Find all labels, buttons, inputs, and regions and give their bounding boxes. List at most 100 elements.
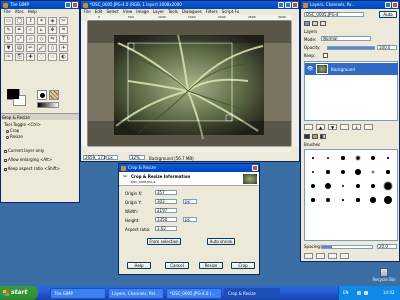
unit-select[interactable]: px [106,155,118,160]
opacity-slider[interactable] [327,46,375,50]
move-tool-icon[interactable]: ✥ [48,26,57,34]
mode-crop-radio[interactable]: Crop [6,128,19,133]
opacity-field[interactable]: 100.0 [377,45,397,50]
brush-sample[interactable] [370,155,376,161]
fuzzy-select-tool-icon[interactable]: ✶ [37,17,46,25]
raise-layer-icon[interactable]: ▲ [316,124,325,130]
fg-color-swatch-front[interactable] [7,89,19,99]
color-picker-tool-icon[interactable]: ✒ [15,26,24,34]
new-layer-icon[interactable] [304,124,313,130]
brush-sample[interactable] [325,197,331,203]
close-icon[interactable] [392,2,398,8]
brush-sample[interactable] [326,156,330,160]
cancel-button[interactable]: Cancel [165,262,189,269]
channels-tab-icon[interactable] [312,21,318,26]
brushes-tab-icon[interactable] [304,134,310,139]
brush-sample[interactable] [310,183,316,189]
brush-grid[interactable] [304,149,398,241]
menu-file[interactable]: File [4,9,11,15]
clone-tool-icon[interactable]: ⎘ [15,53,24,61]
paths-tool-icon[interactable]: ✎ [4,26,13,34]
eye-icon[interactable]: 👁 [307,66,313,72]
width-field[interactable]: 2197 [155,208,177,213]
new-brush-icon[interactable] [304,253,313,259]
brush-sample[interactable] [311,170,315,174]
tray-icon[interactable] [357,291,361,295]
close-icon[interactable] [292,2,298,8]
anchor-layer-icon[interactable]: ⚓ [352,124,361,130]
taskbar-item-gimp[interactable]: The GIMP [50,288,106,299]
duplicate-layer-icon[interactable] [340,124,349,130]
ellipse-select-tool-icon[interactable]: ◯ [15,17,24,25]
image-select[interactable]: DSC_0005.JPG-4 [304,12,364,17]
resize-button[interactable]: Resize [199,262,223,269]
close-icon[interactable] [72,2,78,8]
lower-layer-icon[interactable]: ▼ [328,124,337,130]
duplicate-brush-icon[interactable] [316,253,325,259]
aspect-field[interactable]: 1.62 [155,226,177,231]
rotate-tool-icon[interactable]: ↻ [4,35,13,43]
brush-sample[interactable] [356,198,360,202]
help-button[interactable]: Help [127,262,151,269]
brush-sample[interactable] [324,182,332,190]
airbrush-tool-icon[interactable]: ✈ [59,44,68,52]
ink-tool-icon[interactable]: ✑ [4,53,13,61]
brush-sample[interactable] [370,183,376,189]
taskbar-item-crop[interactable]: Crop & Resize [224,288,280,299]
minimize-icon[interactable] [65,2,71,8]
minimize-icon[interactable] [385,2,391,8]
brush-sample[interactable] [387,157,389,159]
taskbar-item-image[interactable]: *DSC_0005.JPG-4.0 (... [166,288,222,299]
spacing-field[interactable]: 20.0 [377,244,397,249]
convolve-tool-icon[interactable]: ◌ [37,53,46,61]
perspective-tool-icon[interactable]: ◇ [37,35,46,43]
start-button[interactable]: start [0,286,38,300]
origin-unit-select[interactable]: px [183,199,197,204]
layers-tab-icon[interactable] [304,21,310,26]
origin-x-field[interactable]: 357 [155,190,177,195]
menu-xtns[interactable]: Xtns [15,9,24,15]
brush-preview[interactable] [37,90,47,100]
layer-name[interactable]: Background [331,67,355,72]
brush-sample[interactable] [311,198,315,202]
scissors-tool-icon[interactable]: ✂ [59,17,68,25]
flip-tool-icon[interactable]: ⇋ [48,35,57,43]
brush-sample[interactable] [342,199,344,201]
brush-sample[interactable] [384,196,392,204]
eraser-tool-icon[interactable]: ▯ [48,44,57,52]
brush-sample[interactable] [341,156,345,160]
brush-sample[interactable] [312,157,314,159]
zoom-tool-icon[interactable]: ⌕ [26,26,35,34]
shear-tool-icon[interactable]: ▱ [26,35,35,43]
gradients-tab-icon[interactable] [320,134,326,139]
auto-shrink-button[interactable]: Auto shrink [207,238,235,245]
horizontal-scrollbar[interactable] [88,146,291,152]
auto-button[interactable]: Auto [379,11,397,18]
origin-y-field[interactable]: 303 [155,199,177,204]
keep-aspect-checkbox[interactable]: Keep aspect ratio <Shift> [4,166,60,171]
crop-dialog-title-bar[interactable]: Crop & Resize [119,164,259,172]
mode-resize-radio[interactable]: Resize [6,134,23,139]
heal-tool-icon[interactable]: ✚ [26,53,35,61]
refresh-brush-icon[interactable] [340,253,349,259]
scale-tool-icon[interactable]: ⤢ [15,35,24,43]
brush-sample[interactable] [326,170,330,174]
measure-tool-icon[interactable]: ⊾ [37,26,46,34]
language-indicator[interactable]: EN [343,286,349,300]
image-title-bar[interactable]: *DSC_0005.JPG-4.0 (RGB, 1 layer) 3008x20… [81,1,299,9]
minimize-icon[interactable] [278,2,284,8]
height-field[interactable]: 1350 [155,217,177,222]
bucket-fill-tool-icon[interactable]: ▼ [4,44,13,52]
delete-layer-icon[interactable] [364,124,373,130]
menu-help[interactable]: Help [28,9,37,15]
paths-tab-icon[interactable] [320,21,326,26]
color-select-tool-icon[interactable]: ◈ [48,17,57,25]
pattern-preview[interactable] [49,90,59,100]
mode-select[interactable]: Normal [321,36,371,41]
close-icon[interactable] [252,165,258,171]
keep-alpha-toggle[interactable] [323,53,328,58]
layers-title-bar[interactable]: Layers, Channels, Pa... [301,1,399,9]
from-selection-button[interactable]: From selection [147,238,181,245]
brush-sample[interactable] [384,182,392,190]
recycle-bin-desktop-icon[interactable]: Recycle Bin [370,268,398,286]
